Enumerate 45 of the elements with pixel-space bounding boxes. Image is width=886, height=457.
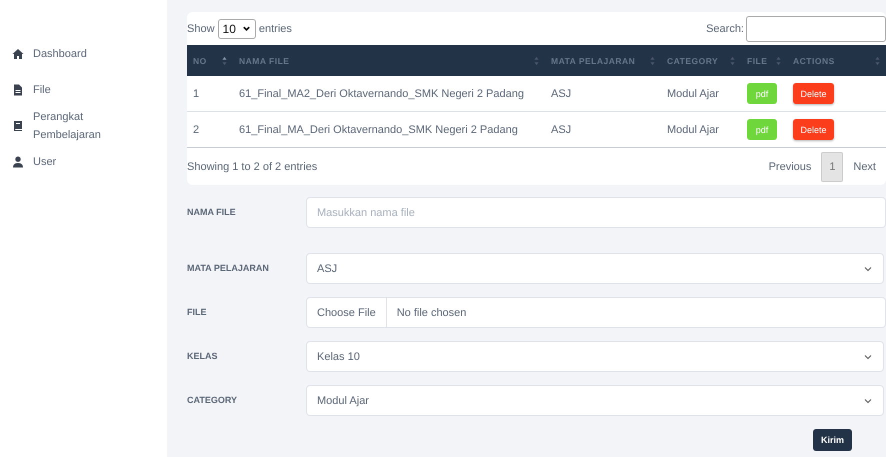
field-label: FILE xyxy=(187,306,208,317)
field-label: NAMA FILE xyxy=(187,206,237,217)
show-label: Show xyxy=(187,22,215,34)
entries-label: entries xyxy=(258,22,292,34)
file-input[interactable]: Choose File No file chosen xyxy=(306,297,886,328)
field-label: MATA PELAJARAN xyxy=(187,262,270,273)
table-cell: 61_Final_MA_Deri Oktavernando_SMK Negeri 2 Padang xyxy=(239,124,518,136)
table-cell: Modul Ajar xyxy=(667,88,719,100)
sort-icon[interactable] xyxy=(650,56,655,66)
sort-icon[interactable] xyxy=(534,56,539,66)
table-cell: 2 xyxy=(193,124,200,136)
sort-icon[interactable] xyxy=(222,56,227,66)
table-cell: ASJ xyxy=(551,88,572,100)
table-cell: ASJ xyxy=(551,124,572,136)
table-cell: 61_Final_MA2_Deri Oktavernando_SMK Negeri 2 Padang xyxy=(239,88,524,100)
select-field[interactable]: ASJ xyxy=(306,253,884,284)
select-field[interactable]: Kelas 10 xyxy=(306,341,884,372)
page-length-select[interactable]: 10 xyxy=(218,18,256,38)
page-button[interactable]: 1 xyxy=(821,152,844,182)
table-info: Showing 1 to 2 of 2 entries xyxy=(187,160,318,172)
pagination-link[interactable]: Next xyxy=(851,160,878,172)
delete-button[interactable]: Delete xyxy=(793,83,834,104)
sort-icon[interactable] xyxy=(875,56,880,66)
sidebar-item[interactable]: File xyxy=(0,72,167,108)
sort-icon[interactable] xyxy=(776,56,781,66)
pagination-link[interactable]: Previous xyxy=(766,160,814,172)
field-label: KELAS xyxy=(187,350,219,361)
submit-button[interactable]: Kirim xyxy=(812,429,852,451)
book-icon xyxy=(12,120,24,132)
table-cell: 1 xyxy=(193,88,200,100)
sidebar-item[interactable]: Perangkat Pembelajaran xyxy=(0,108,167,144)
input-field[interactable]: Masukkan nama file xyxy=(306,197,886,228)
field-label: CATEGORY xyxy=(187,394,238,405)
table-cell: Modul Ajar xyxy=(667,124,719,136)
search-label: Search: xyxy=(706,22,744,34)
document-icon xyxy=(12,84,24,96)
sidebar-item[interactable]: Dashboard xyxy=(0,36,167,72)
user-icon xyxy=(12,156,24,168)
sort-icon[interactable] xyxy=(730,56,735,66)
sidebar-item[interactable]: User xyxy=(0,144,167,180)
delete-button[interactable]: Delete xyxy=(793,119,834,140)
home-icon xyxy=(12,48,24,60)
select-field[interactable]: Modul Ajar xyxy=(306,385,884,416)
chevron-down-icon xyxy=(242,24,251,33)
search-field[interactable] xyxy=(746,16,886,42)
